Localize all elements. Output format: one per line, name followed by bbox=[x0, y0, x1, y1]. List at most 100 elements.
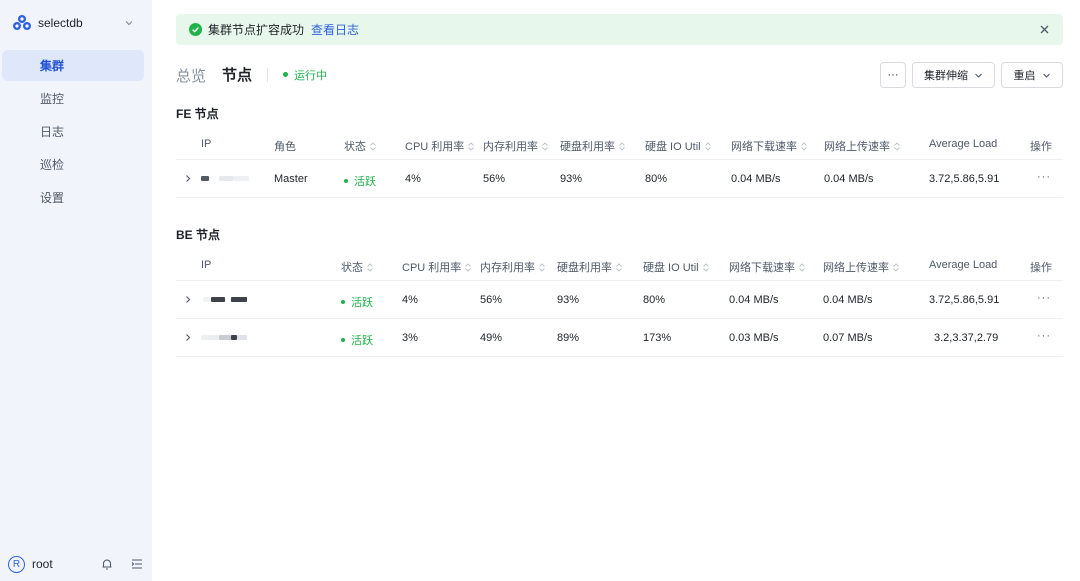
chevron-right-icon[interactable] bbox=[184, 295, 192, 304]
column-load: Average Load bbox=[929, 138, 997, 150]
role-cell: Master bbox=[274, 173, 308, 185]
sort-icon bbox=[704, 141, 711, 151]
view-logs-link[interactable]: 查看日志 bbox=[311, 21, 359, 38]
column-label: 状态 bbox=[344, 141, 366, 153]
column-status[interactable]: 状态 bbox=[341, 259, 373, 275]
disk-cell: 89% bbox=[557, 332, 580, 344]
column-ops: 操作 bbox=[1030, 138, 1052, 154]
status-dot bbox=[283, 72, 288, 77]
column-cpu[interactable]: CPU 利用率 bbox=[402, 259, 472, 275]
io-cell: 173% bbox=[643, 332, 672, 344]
fe-nodes-table: IP 角色 状态 CPU 利用率 内存利用率 硬盘利用率 硬盘 IO Util … bbox=[176, 127, 1063, 198]
tab-overview[interactable]: 总览 bbox=[176, 65, 206, 86]
column-download[interactable]: 网络下载速率 bbox=[731, 138, 807, 154]
restart-button[interactable]: 重启 bbox=[1001, 62, 1063, 88]
cluster-switcher[interactable]: selectdb bbox=[12, 12, 140, 34]
sidebar-item-label: 集群 bbox=[40, 59, 65, 73]
column-ip: IP bbox=[201, 259, 211, 271]
chevron-right-icon[interactable] bbox=[184, 333, 192, 342]
download-cell: 0.04 MB/s bbox=[729, 294, 779, 306]
ip-redacted bbox=[203, 292, 247, 306]
upload-cell: 0.04 MB/s bbox=[824, 173, 874, 185]
sidebar-item-label: 日志 bbox=[40, 125, 65, 139]
status-label: 活跃 bbox=[351, 335, 373, 347]
column-io[interactable]: 硬盘 IO Util bbox=[643, 259, 709, 275]
sort-icon bbox=[370, 141, 376, 151]
mem-cell: 56% bbox=[483, 173, 506, 185]
column-label: 操作 bbox=[1030, 262, 1052, 274]
column-label: CPU 利用率 bbox=[405, 141, 465, 153]
table-header: IP 角色 状态 CPU 利用率 内存利用率 硬盘利用率 硬盘 IO Util … bbox=[176, 127, 1063, 160]
bell-icon[interactable] bbox=[100, 557, 114, 571]
column-load: Average Load bbox=[929, 259, 997, 271]
ip-redacted bbox=[201, 330, 247, 344]
column-disk[interactable]: 硬盘利用率 bbox=[560, 138, 625, 154]
column-ops: 操作 bbox=[1030, 259, 1052, 275]
fe-section-title: FE 节点 bbox=[176, 107, 219, 121]
load-cell: 3.72,5.86,5.91 bbox=[929, 173, 1000, 185]
status-dot bbox=[341, 338, 345, 342]
column-upload[interactable]: 网络上传速率 bbox=[824, 138, 900, 154]
row-more-button[interactable]: ··· bbox=[1037, 171, 1051, 183]
sidebar-item-inspection[interactable]: 巡检 bbox=[2, 149, 144, 180]
column-upload[interactable]: 网络上传速率 bbox=[823, 259, 899, 275]
sidebar-item-monitor[interactable]: 监控 bbox=[2, 83, 144, 114]
column-label: 网络上传速率 bbox=[824, 141, 890, 153]
sidebar-item-settings[interactable]: 设置 bbox=[2, 182, 144, 213]
status-label: 活跃 bbox=[351, 297, 373, 309]
load-cell: 3.2,3.37,2.79 bbox=[934, 332, 999, 344]
column-disk[interactable]: 硬盘利用率 bbox=[557, 259, 622, 275]
status-cell: 活跃 bbox=[341, 332, 373, 348]
column-mem[interactable]: 内存利用率 bbox=[480, 259, 545, 275]
io-cell: 80% bbox=[643, 294, 666, 306]
sidebar: selectdb 集群 监控 日志 巡检 设置 R root bbox=[0, 0, 152, 581]
page-header: 总览 节点 运行中 ··· 集群伸缩 重启 bbox=[176, 62, 1063, 88]
sort-icon bbox=[801, 141, 807, 151]
chevron-down-icon bbox=[125, 21, 133, 26]
column-label: 内存利用率 bbox=[483, 141, 538, 153]
chevron-right-icon[interactable] bbox=[184, 174, 192, 183]
menu-collapse-icon[interactable] bbox=[130, 557, 144, 571]
row-more-button[interactable]: ··· bbox=[1037, 330, 1051, 342]
sidebar-item-cluster[interactable]: 集群 bbox=[2, 50, 144, 81]
column-status[interactable]: 状态 bbox=[344, 138, 376, 154]
scale-label: 集群伸缩 bbox=[924, 70, 968, 82]
disk-cell: 93% bbox=[557, 294, 580, 306]
toast-message: 集群节点扩容成功 bbox=[208, 23, 305, 37]
avatar[interactable]: R bbox=[8, 555, 25, 573]
column-download[interactable]: 网络下载速率 bbox=[729, 259, 805, 275]
disk-cell: 93% bbox=[560, 173, 583, 185]
column-label: Average Load bbox=[929, 138, 998, 150]
sidebar-item-logs[interactable]: 日志 bbox=[2, 116, 144, 147]
column-cpu[interactable]: CPU 利用率 bbox=[405, 138, 475, 154]
upload-cell: 0.07 MB/s bbox=[823, 332, 873, 344]
sidebar-item-label: 设置 bbox=[40, 191, 65, 205]
cpu-cell: 3% bbox=[402, 332, 418, 344]
close-icon[interactable] bbox=[1038, 23, 1051, 36]
chevron-down-icon bbox=[1042, 73, 1050, 78]
table-row[interactable]: 活跃 4% 56% 93% 80% 0.04 MB/s 0.04 MB/s 3.… bbox=[176, 281, 1063, 319]
table-row[interactable]: 活跃 3% 49% 89% 173% 0.03 MB/s 0.07 MB/s 3… bbox=[176, 319, 1063, 357]
table-row[interactable]: Master 活跃 4% 56% 93% 80% 0.04 MB/s 0.04 … bbox=[176, 160, 1063, 198]
more-actions-button[interactable]: ··· bbox=[880, 62, 906, 88]
sort-icon bbox=[619, 141, 625, 151]
page-title[interactable]: 节点 bbox=[222, 64, 252, 85]
column-label: 网络下载速率 bbox=[729, 262, 795, 274]
status-cell: 活跃 bbox=[341, 294, 373, 310]
column-mem[interactable]: 内存利用率 bbox=[483, 138, 548, 154]
sort-icon bbox=[539, 262, 545, 272]
download-cell: 0.04 MB/s bbox=[731, 173, 781, 185]
column-label: IP bbox=[201, 259, 212, 271]
status-label: 活跃 bbox=[354, 176, 376, 188]
column-label: 硬盘 IO Util bbox=[643, 262, 699, 274]
column-label: IP bbox=[201, 138, 212, 150]
column-label: 网络下载速率 bbox=[731, 141, 797, 153]
be-section-title: BE 节点 bbox=[176, 228, 221, 242]
io-cell: 80% bbox=[645, 173, 668, 185]
cluster-scale-button[interactable]: 集群伸缩 bbox=[912, 62, 995, 88]
load-cell: 3.72,5.86,5.91 bbox=[929, 294, 1000, 306]
row-more-button[interactable]: ··· bbox=[1037, 292, 1051, 304]
column-io[interactable]: 硬盘 IO Util bbox=[645, 138, 711, 154]
user-name[interactable]: root bbox=[32, 557, 84, 571]
sidebar-item-label: 巡检 bbox=[40, 158, 65, 172]
